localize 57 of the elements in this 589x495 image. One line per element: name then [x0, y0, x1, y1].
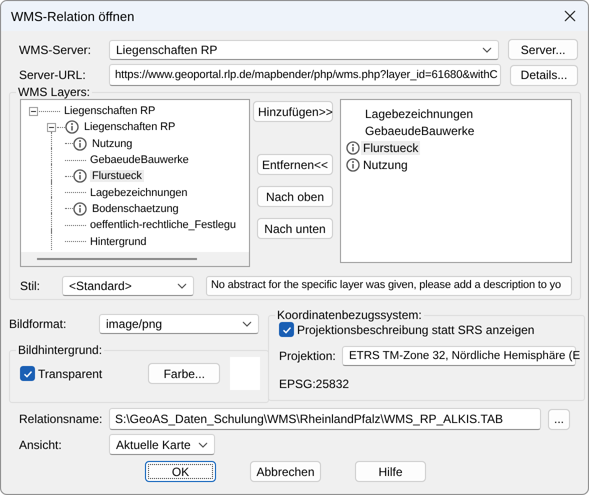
field-label: Ansicht:	[18, 438, 63, 452]
layer-button[interactable]: Hinzufügen>>	[253, 101, 333, 122]
field-label: WMS-Server:	[18, 42, 92, 56]
tree-item[interactable]: Lagebezeichnungen	[88, 186, 190, 199]
view-dropdown[interactable]: Aktuelle Karte	[109, 434, 215, 455]
epsg-code: EPSG:25832	[279, 377, 350, 391]
layer-button[interactable]: Nach unten	[257, 218, 333, 239]
list-item[interactable]: Nutzung	[361, 158, 410, 172]
field-label: Projektion:	[279, 349, 337, 363]
group-title: Bildhintergrund:	[17, 343, 104, 357]
layer-button[interactable]: Entfernen<<	[257, 154, 333, 175]
dialog-button[interactable]: Hilfe	[355, 461, 426, 482]
chevron-icon	[482, 46, 492, 52]
collapse-icon[interactable]	[47, 122, 56, 132]
browse-button[interactable]: ...	[548, 408, 570, 430]
url-field[interactable]: https://www.geoportal.rlp.de/mapbender/php/wms.php?layer_id=61680&withC	[109, 64, 501, 86]
list-item[interactable]: Flurstueck	[361, 140, 420, 154]
chevron-icon	[177, 283, 187, 289]
details-button[interactable]: Details...	[510, 64, 578, 86]
dialog-button[interactable]: OK	[145, 461, 216, 482]
chevron-icon	[242, 321, 252, 327]
list-item[interactable]: Lagebezeichnungen	[363, 106, 476, 120]
field-label: Stil:	[20, 279, 42, 293]
dialog-button[interactable]: Abbrechen	[250, 461, 321, 482]
list-item[interactable]: GebaeudeBauwerke	[363, 124, 476, 138]
checkbox[interactable]	[20, 366, 35, 381]
relation-name-field[interactable]: S:\GeoAS_Daten_Schulung\WMS\RheinlandPfalz\WMS_RP_ALKIS.TAB	[109, 408, 541, 430]
collapse-icon[interactable]	[29, 106, 38, 116]
tree-item[interactable]: Bodenschaetzung	[90, 202, 181, 215]
tree-item[interactable]: oeffentlich-rechtliche_Festlegu	[88, 219, 238, 232]
tree-item[interactable]: Nutzung	[90, 138, 134, 150]
window-title: WMS-Relation öffnen	[11, 8, 134, 24]
field-label: Server-URL:	[18, 68, 87, 82]
field-label: Bildformat:	[9, 317, 68, 331]
scrollbar[interactable]	[21, 252, 249, 266]
server-dropdown[interactable]: Liegenschaften RP	[109, 40, 500, 60]
selected-layers-list[interactable]: Lagebezeichnungen GebaeudeBauwerke Flurstueck Nutzung	[340, 99, 572, 263]
server-button[interactable]: Server...	[508, 39, 578, 60]
group-title: WMS Layers:	[17, 85, 92, 99]
group-title: Koordinatenbezugssystem:	[276, 308, 423, 322]
checkbox-label: Projektionsbeschreibung statt SRS anzeigen	[297, 322, 534, 336]
field-label: Relationsname:	[18, 412, 104, 426]
close-icon[interactable]	[564, 10, 576, 22]
checkbox[interactable]	[279, 322, 294, 337]
chevron-icon	[198, 442, 208, 448]
layer-tree[interactable]: Liegenschaften RP Liegenschaften RP Nutzung GebaeudeBauwerke Flurstueck Lagebezeichnungen Bodenschaetzung oeffentlich-rechtliche_Festlegu Hintergrund	[20, 99, 250, 267]
color-button[interactable]: Farbe...	[148, 363, 220, 384]
style-dropdown[interactable]: <Standard>	[62, 276, 194, 296]
tree-item[interactable]: GebaeudeBauwerke	[88, 154, 191, 166]
abstract-field: No abstract for the specific layer was given, please add a description to yo	[206, 276, 572, 296]
tree-item[interactable]: Liegenschaften RP	[62, 105, 158, 118]
tree-item[interactable]: Flurstueck	[90, 170, 144, 182]
layer-button[interactable]: Nach oben	[257, 186, 333, 207]
checkbox-label: Transparent	[38, 366, 102, 380]
tree-item[interactable]: Hintergrund	[88, 236, 148, 248]
tree-item[interactable]: Liegenschaften RP	[82, 121, 178, 134]
format-dropdown[interactable]: image/png	[99, 314, 259, 334]
